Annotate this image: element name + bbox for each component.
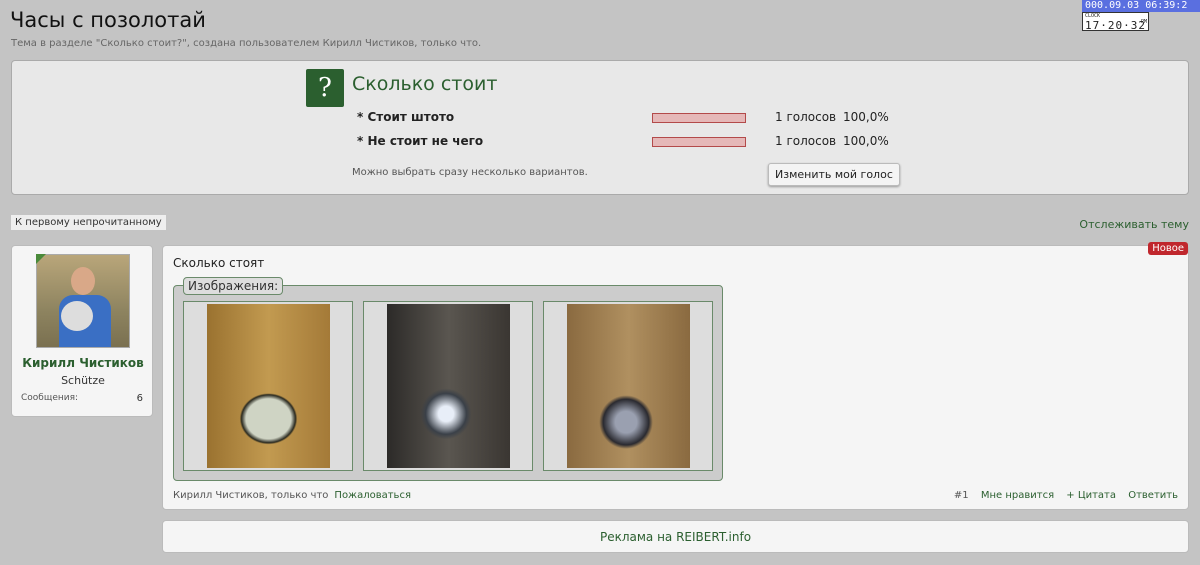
poll-panel: ? Сколько стоит * Стоит штото 1 голосов … (11, 60, 1189, 195)
page-title: Часы с позолотай (10, 8, 206, 32)
question-icon: ? (306, 69, 344, 107)
poll-votes: 1 голосов (775, 134, 837, 148)
post-text: Сколько стоят (173, 256, 265, 270)
poll-title: Сколько стоит (352, 73, 498, 95)
reply-link[interactable]: Ответить (1128, 490, 1178, 501)
poll-bar (652, 137, 746, 147)
post: Новое Сколько стоят Изображения: Кирилл … (162, 242, 1189, 510)
change-vote-button[interactable]: Изменить мой голос (768, 163, 900, 186)
follow-thread-link[interactable]: Отслеживать тему (1079, 218, 1189, 231)
image-thumbnail[interactable] (363, 301, 533, 471)
post-meta: Кирилл Чистиков, только что Пожаловаться (173, 490, 411, 501)
messages-count: 6 (136, 393, 143, 404)
quote-link[interactable]: + Цитата (1066, 490, 1116, 501)
new-badge: Новое (1148, 242, 1188, 255)
online-indicator-icon (36, 254, 46, 264)
poll-option: * Не стоит не чего (357, 134, 484, 148)
image-thumbnail[interactable] (543, 301, 713, 471)
clock-date: 000.09.03 06:39:2 (1082, 0, 1200, 12)
user-card: Кирилл Чистиков Schütze Сообщения: 6 (11, 245, 153, 417)
image-thumbnail[interactable] (183, 301, 353, 471)
poll-option: * Стоит штото (357, 110, 455, 124)
post-number[interactable]: #1 (954, 490, 969, 501)
post-actions: #1 Мне нравится + Цитата Ответить (945, 490, 1178, 501)
poll-votes: 1 голосов (775, 110, 837, 124)
poll-note: Можно выбрать сразу несколько вариантов. (352, 167, 588, 178)
like-link[interactable]: Мне нравится (981, 490, 1054, 501)
poll-bar (652, 113, 746, 123)
image-gallery: Изображения: (173, 277, 723, 481)
first-unread-button[interactable]: К первому непрочитанному (11, 215, 166, 230)
clock-ampm: PM (1141, 19, 1148, 25)
messages-label: Сообщения: (21, 393, 79, 403)
post-author-time: Кирилл Чистиков, только что (173, 490, 329, 501)
poll-percent: 100,0% (843, 134, 889, 148)
clock-widget: CLOCK 17·20·32 PM (1082, 12, 1149, 32)
username-link[interactable]: Кирилл Чистиков (12, 356, 154, 370)
report-link[interactable]: Пожаловаться (334, 490, 411, 501)
poll-percent: 100,0% (843, 110, 889, 124)
clock-time: 17·20·32 (1085, 19, 1146, 32)
user-rank: Schütze (61, 374, 105, 387)
gallery-label: Изображения: (183, 277, 284, 295)
page-subtitle: Тема в разделе "Сколько стоит?", создана… (11, 38, 482, 49)
avatar[interactable] (36, 254, 130, 348)
ad-banner-link[interactable]: Реклама на REIBERT.info (162, 520, 1189, 553)
